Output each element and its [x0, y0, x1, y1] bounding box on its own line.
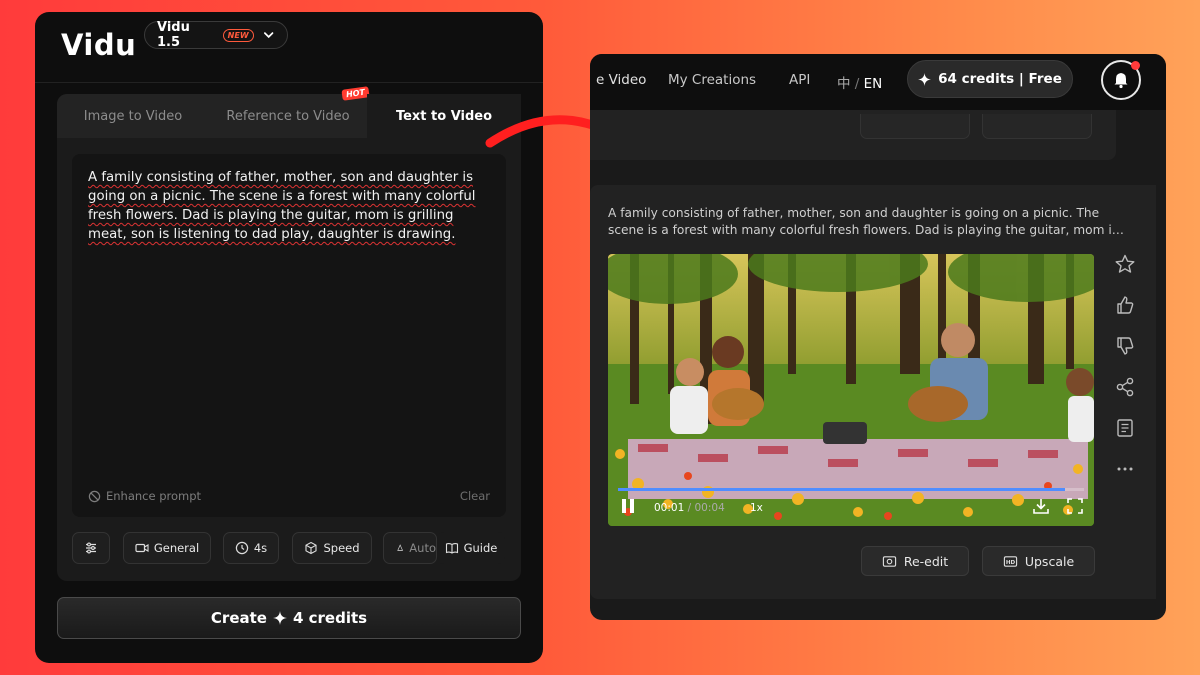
tab-reference-to-video[interactable]: Reference to Video HOT [209, 86, 370, 138]
like-button[interactable] [1114, 294, 1136, 316]
create-button[interactable]: Create 4 credits [57, 597, 521, 639]
vidu-results-panel: e Video My Creations API 中 / EN 64 credi… [590, 54, 1166, 620]
nav-item-api[interactable]: API [789, 72, 810, 88]
notifications-button[interactable] [1101, 60, 1141, 100]
auto-button[interactable]: Auto [383, 532, 437, 564]
disabled-circle-icon [88, 490, 101, 502]
model-version-label: Vidu 1.5 [157, 20, 190, 50]
hot-badge: HOT [341, 86, 370, 101]
new-badge: NEW [222, 28, 254, 42]
language-switch[interactable]: 中 / EN [837, 72, 882, 92]
video-controls: 00:01 / 00:04 1x [608, 486, 1094, 526]
notification-dot [1131, 61, 1140, 70]
favorite-button[interactable] [1114, 253, 1136, 275]
cube-icon [305, 541, 318, 555]
clock-icon [235, 541, 249, 555]
thumbs-down-icon [1117, 337, 1134, 355]
video-progress-fill [618, 488, 1066, 491]
generation-prompt: A family consisting of father, mother, s… [608, 206, 1119, 237]
share-icon [1116, 377, 1134, 397]
video-time: 00:01 / 00:04 [654, 502, 725, 514]
bell-icon [1114, 73, 1128, 89]
sparkle-icon [397, 544, 404, 551]
mode-tabs: Image to Video Reference to Video HOT Te… [57, 86, 521, 138]
prompt-textarea[interactable]: A family consisting of father, mother, s… [72, 154, 506, 517]
vidu-create-panel: Vidu Vidu 1.5 NEW Image to Video Referen… [35, 12, 543, 663]
enhance-prompt-toggle[interactable]: Enhance prompt [88, 489, 201, 503]
options-toolbar: General 4s Speed Auto Guide [72, 532, 512, 566]
video-progress-bar[interactable] [618, 488, 1084, 491]
speed-button[interactable]: Speed [292, 532, 372, 564]
sparkle-icon [272, 611, 287, 625]
document-icon [1117, 419, 1133, 437]
video-player[interactable]: 00:01 / 00:04 1x [608, 254, 1094, 526]
settings-button[interactable] [72, 532, 110, 564]
tab-image-to-video[interactable]: Image to Video [57, 94, 209, 138]
hd-icon: HD [1003, 555, 1017, 567]
previous-reedit-button[interactable] [860, 114, 970, 139]
top-nav: e Video My Creations API 中 / EN 64 credi… [590, 54, 1166, 110]
dislike-button[interactable] [1114, 335, 1136, 357]
guide-button[interactable]: Guide [437, 532, 505, 564]
style-general-button[interactable]: General [123, 532, 211, 564]
fullscreen-button[interactable] [1066, 497, 1084, 515]
fullscreen-icon [1067, 498, 1083, 514]
pause-button[interactable] [620, 498, 636, 514]
pause-icon [622, 499, 634, 513]
panel-header: Vidu Vidu 1.5 NEW [35, 12, 543, 83]
sparkle-icon [918, 72, 932, 86]
camera-icon [135, 543, 149, 553]
download-button[interactable] [1032, 497, 1050, 515]
generation-card: A family consisting of father, mother, s… [590, 185, 1156, 599]
video-edit-icon [882, 555, 896, 567]
nav-item-video[interactable]: e Video [596, 72, 646, 88]
download-icon [1033, 499, 1049, 514]
more-button[interactable] [1114, 458, 1136, 480]
more-icon [1117, 467, 1133, 471]
sliders-icon [86, 542, 96, 554]
nav-item-my-creations[interactable]: My Creations [668, 72, 756, 88]
playback-speed[interactable]: 1x [750, 502, 763, 514]
share-button[interactable] [1114, 376, 1136, 398]
reedit-button[interactable]: Re-edit [861, 546, 969, 576]
generation-form: Image to Video Reference to Video HOT Te… [57, 86, 521, 581]
previous-upscale-button[interactable] [982, 114, 1092, 139]
details-button[interactable] [1114, 417, 1136, 439]
upscale-button[interactable]: HD Upscale [982, 546, 1095, 576]
chevron-down-icon [263, 32, 273, 39]
thumbs-up-icon [1117, 296, 1134, 314]
credits-button[interactable]: 64 credits | Free [907, 60, 1073, 98]
svg-text:HD: HD [1006, 559, 1016, 565]
prompt-text: A family consisting of father, mother, s… [88, 170, 476, 242]
vidu-logo: Vidu [61, 28, 137, 62]
duration-button[interactable]: 4s [223, 532, 279, 564]
model-version-select[interactable]: Vidu 1.5 NEW [144, 20, 288, 50]
star-icon [1115, 254, 1135, 273]
book-icon [445, 543, 458, 554]
clear-button[interactable]: Clear [460, 489, 490, 503]
